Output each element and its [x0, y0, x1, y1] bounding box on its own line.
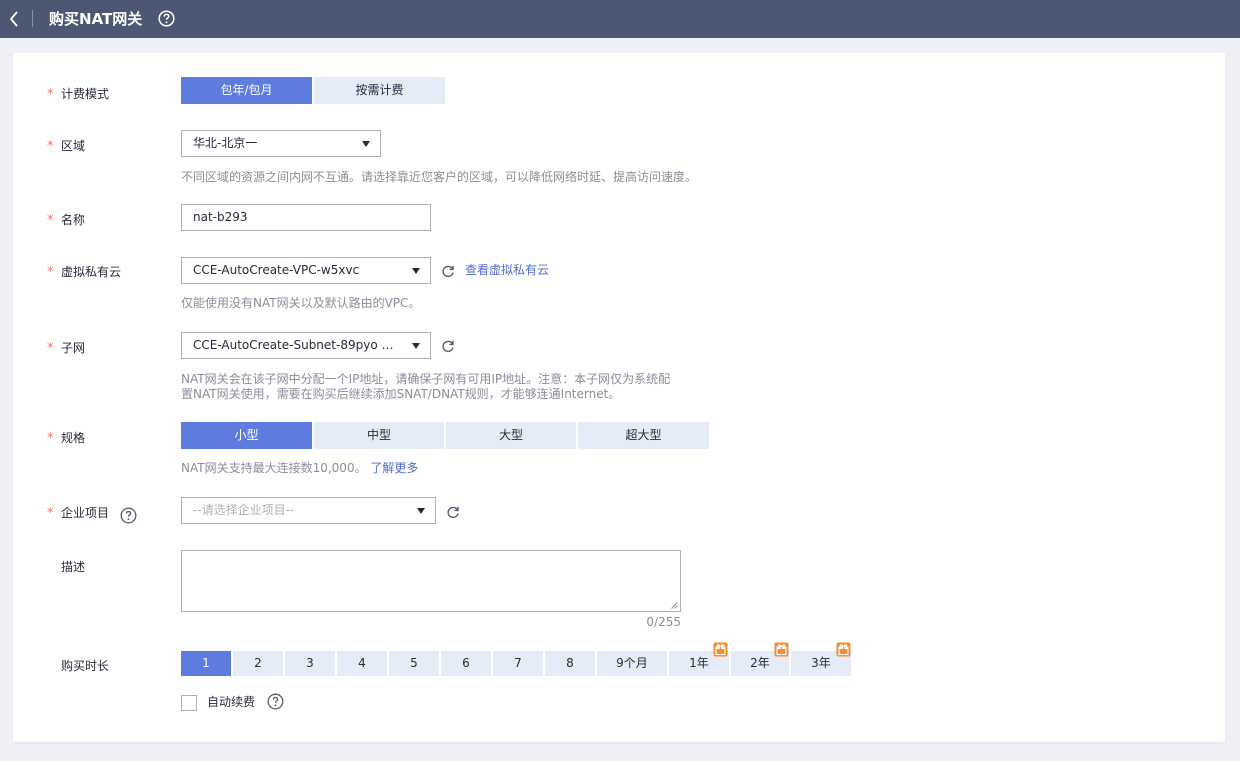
- enterprise-project-select[interactable]: --请选择企业项目--: [181, 497, 436, 524]
- required-mark: *: [47, 265, 54, 280]
- duration-option-5[interactable]: 5: [389, 651, 439, 676]
- subnet-hint-line-1: NAT网关会在该子网中分配一个IP地址，请确保子网有可用IP地址。注意：本子网仅…: [181, 372, 671, 386]
- duration-option-8[interactable]: 8: [545, 651, 595, 676]
- duration-option-6[interactable]: 6: [441, 651, 491, 676]
- duration-option-1[interactable]: 1: [181, 651, 231, 676]
- duration-option-3[interactable]: 3: [285, 651, 335, 676]
- duration-option-4[interactable]: 4: [337, 651, 387, 676]
- dropdown-caret-icon: [412, 343, 420, 349]
- enterprise-project-placeholder: --请选择企业项目--: [193, 503, 295, 517]
- vpc-select[interactable]: CCE-AutoCreate-VPC-w5xvc: [181, 257, 431, 284]
- dropdown-caret-icon: [362, 141, 370, 147]
- gift-icon: [836, 642, 851, 657]
- billing-option-on-demand[interactable]: 按需计费: [314, 77, 445, 104]
- description-counter: 0/255: [646, 615, 681, 629]
- refresh-icon[interactable]: [441, 264, 455, 278]
- page-title: 购买NAT网关: [49, 10, 143, 28]
- region-select[interactable]: 华北-北京一: [181, 130, 381, 157]
- spec-option-large[interactable]: 大型: [446, 422, 576, 449]
- auto-renew-checkbox[interactable]: [181, 695, 197, 711]
- billing-option-yearly-monthly[interactable]: 包年/包月: [181, 77, 312, 104]
- vpc-hint: 仅能使用没有NAT网关以及默认路由的VPC。: [181, 296, 421, 310]
- help-circle-icon[interactable]: [267, 693, 284, 710]
- duration-option-2[interactable]: 2: [233, 651, 283, 676]
- help-circle-icon[interactable]: [158, 10, 175, 27]
- description-label: 描述: [61, 560, 86, 574]
- name-label: 名称: [61, 213, 86, 227]
- required-mark: *: [47, 506, 54, 521]
- subnet-hint-line-2: 置NAT网关使用，需要在购买后继续添加SNAT/DNAT规则，才能够连通Inte…: [181, 387, 621, 401]
- top-bar: 购买NAT网关: [0, 0, 1240, 38]
- spec-hint: NAT网关支持最大连接数10,000。 了解更多: [181, 461, 418, 476]
- spec-hint-text: NAT网关支持最大连接数10,000。: [181, 461, 367, 475]
- refresh-icon[interactable]: [446, 505, 460, 519]
- spec-option-extra-large[interactable]: 超大型: [578, 422, 709, 449]
- required-mark: *: [47, 341, 54, 356]
- spec-option-medium[interactable]: 中型: [314, 422, 444, 449]
- dropdown-caret-icon: [417, 508, 425, 514]
- subnet-select[interactable]: CCE-AutoCreate-Subnet-89pyo (192.168.0.0…: [181, 332, 431, 359]
- learn-more-link[interactable]: 了解更多: [370, 461, 418, 475]
- refresh-icon[interactable]: [441, 339, 455, 353]
- description-textarea[interactable]: [181, 550, 681, 612]
- required-mark: *: [47, 87, 54, 102]
- required-mark: *: [47, 139, 54, 154]
- region-value: 华北-北京一: [193, 136, 258, 150]
- billing-label: 计费模式: [61, 87, 110, 101]
- gift-icon: [713, 642, 728, 657]
- resize-grip-icon[interactable]: [671, 602, 678, 609]
- chevron-left-icon[interactable]: [8, 9, 20, 29]
- view-vpc-link[interactable]: 查看虚拟私有云: [465, 263, 549, 278]
- header-divider: [32, 10, 33, 27]
- name-input[interactable]: nat-b293: [181, 204, 431, 231]
- vpc-value: CCE-AutoCreate-VPC-w5xvc: [193, 263, 360, 277]
- spec-option-small[interactable]: 小型: [181, 422, 312, 449]
- vpc-label: 虚拟私有云: [61, 265, 122, 279]
- subnet-label: 子网: [61, 341, 86, 355]
- duration-label: 购买时长: [61, 659, 110, 673]
- gift-icon: [774, 642, 789, 657]
- required-mark: *: [47, 431, 54, 446]
- auto-renew-label: 自动续费: [207, 695, 256, 709]
- duration-option-7[interactable]: 7: [493, 651, 543, 676]
- spec-label: 规格: [61, 431, 86, 445]
- region-label: 区域: [61, 139, 86, 153]
- duration-option-9-months[interactable]: 9个月: [597, 651, 667, 676]
- dropdown-caret-icon: [412, 268, 420, 274]
- region-hint: 不同区域的资源之间内网不互通。请选择靠近您客户的区域，可以降低网络时延、提高访问…: [181, 170, 698, 184]
- subnet-value: CCE-AutoCreate-Subnet-89pyo (192.168.0.0…: [193, 338, 394, 352]
- enterprise-project-label: 企业项目: [61, 506, 110, 520]
- required-mark: *: [47, 213, 54, 228]
- help-circle-icon[interactable]: [120, 507, 137, 524]
